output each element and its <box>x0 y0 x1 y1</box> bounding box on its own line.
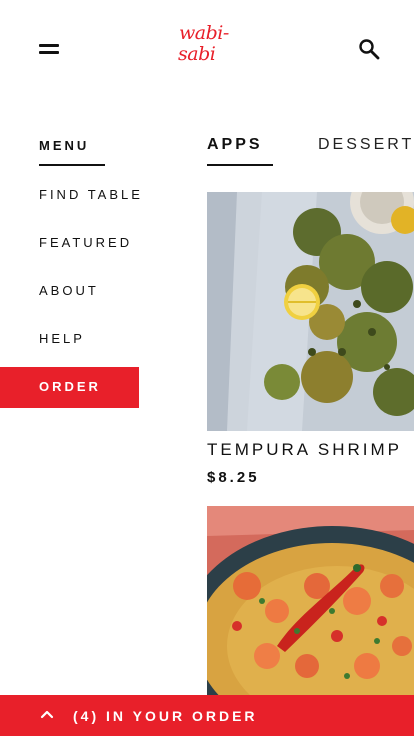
nav-heading-underline <box>39 164 105 166</box>
category-tabs: APPS DESSERTS <box>207 130 414 170</box>
tab-apps[interactable]: APPS <box>207 136 263 154</box>
menu-item-name: TEMPURA SHRIMP <box>207 440 403 459</box>
nav-item-about[interactable]: ABOUT <box>39 283 99 298</box>
app-header: wabi- sabi <box>0 0 414 100</box>
nav-heading-menu[interactable]: MENU <box>39 138 89 153</box>
tab-desserts[interactable]: DESSERTS <box>318 136 414 154</box>
hamburger-line <box>39 44 59 47</box>
nav-item-order[interactable]: ORDER <box>0 367 139 408</box>
menu-item-price: $8.25 <box>207 469 260 486</box>
order-count-label: (4) IN YOUR ORDER <box>73 708 258 724</box>
hamburger-line <box>39 51 59 54</box>
logo-line-1: wabi- <box>179 22 229 44</box>
hamburger-menu-icon[interactable] <box>39 42 59 56</box>
nav-item-order-label: ORDER <box>39 379 101 394</box>
paella-shrimp-photo <box>207 506 414 695</box>
brand-logo[interactable]: wabi- sabi <box>175 22 239 70</box>
menu-item-card[interactable] <box>207 506 414 695</box>
menu-item-list: TEMPURA SHRIMP $8.25 <box>207 192 414 695</box>
nav-item-help[interactable]: HELP <box>39 331 85 346</box>
active-tab-underline <box>207 164 273 166</box>
nav-item-find-table[interactable]: FIND TABLE <box>39 187 143 202</box>
search-icon[interactable] <box>358 38 380 60</box>
menu-item-card[interactable]: TEMPURA SHRIMP $8.25 <box>207 192 414 492</box>
nav-item-featured[interactable]: FEATURED <box>39 235 132 250</box>
tempura-dish-photo <box>207 192 414 431</box>
order-summary-bar[interactable]: (4) IN YOUR ORDER <box>0 695 414 736</box>
logo-line-2: sabi <box>178 43 216 65</box>
chevron-up-icon <box>40 710 54 719</box>
